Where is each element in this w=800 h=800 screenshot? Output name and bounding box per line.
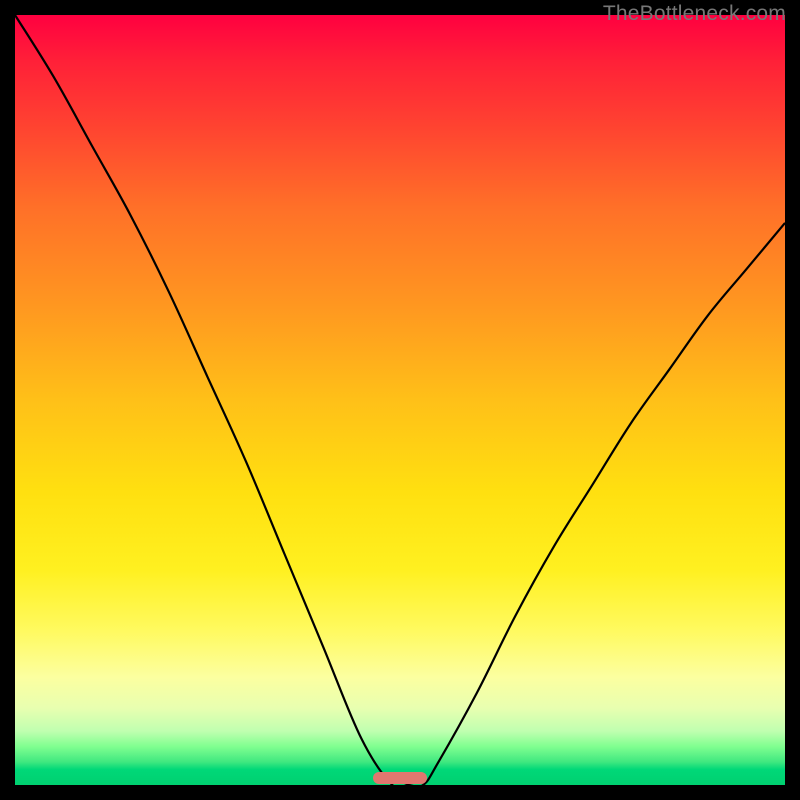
chart-plot-area — [15, 15, 785, 785]
optimal-range-marker — [373, 772, 427, 784]
watermark-text: TheBottleneck.com — [603, 2, 786, 26]
bottleneck-curve — [15, 15, 785, 785]
